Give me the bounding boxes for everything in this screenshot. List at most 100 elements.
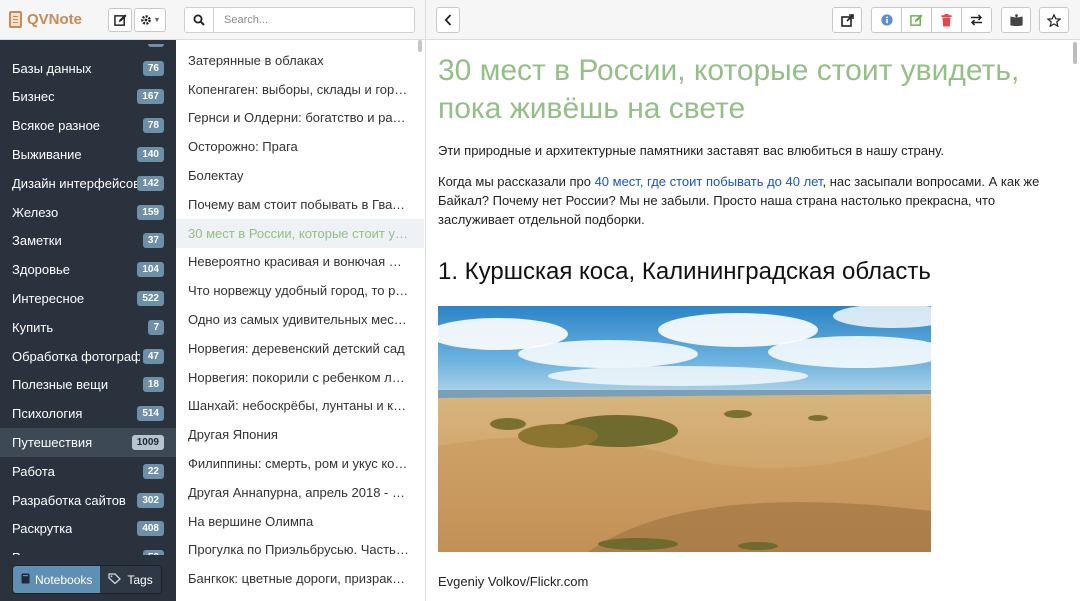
sidebar-notebook-item[interactable]: Базы данных 76	[0, 54, 176, 83]
notebook-name: Разработка сайтов	[12, 492, 126, 508]
app-brand: QVNote	[9, 11, 82, 28]
notebook-count-badge: 76	[142, 60, 164, 76]
notebook-name: Работа	[12, 463, 55, 479]
tab-notebooks[interactable]: Notebooks	[13, 566, 101, 593]
note-title-text: Что норвежцу удобный город, то русскому	[188, 283, 409, 299]
note-content: 30 мест в России, которые стоит увидеть,…	[438, 52, 1068, 591]
sidebar-notebook-item[interactable]: Здоровье 104	[0, 255, 176, 284]
favorite-button[interactable]	[1039, 7, 1069, 33]
sidebar-notebook-item[interactable]: Раскрутка 408	[0, 515, 176, 544]
swap-icon	[970, 14, 983, 26]
external-link-icon	[840, 13, 854, 27]
notebook-name: Всякое разное	[12, 118, 101, 134]
note-list-scrollbar[interactable]	[418, 40, 422, 52]
notebook-name: Путешествия	[12, 435, 93, 451]
note-title-text: Прогулка по Приэльбрусью. Часть вторая	[188, 542, 409, 558]
note-title-text: Болектау	[188, 168, 244, 184]
note-list-item[interactable]: Гернси и Олдерни: богатство и разруха	[176, 104, 424, 133]
gear-icon	[140, 15, 151, 25]
tab-tags[interactable]: Tags	[100, 566, 161, 593]
note-editor: 30 мест в России, которые стоит увидеть,…	[426, 0, 1080, 601]
note-list-item[interactable]: Бангкок: цветные дороги, призраки и тук-…	[176, 564, 424, 593]
note-list-item[interactable]: Невероятно красивая и вонючая Москва	[176, 248, 424, 277]
notebook-name: Раскрутка	[12, 521, 73, 537]
new-note-button[interactable]	[108, 8, 132, 32]
note-title: 30 мест в России, которые стоит увидеть,…	[438, 54, 1020, 125]
notebook-count-badge: 37	[142, 233, 164, 249]
tags-icon	[108, 572, 122, 587]
note-list-item[interactable]: Норвегия: деревенский детский сад	[176, 334, 424, 363]
note-title-text: Норвегия: покорили с ребенком ледник	[188, 369, 409, 385]
notebook-count-badge: 522	[137, 291, 164, 307]
dunes-photo	[438, 306, 931, 552]
book-icon	[21, 573, 30, 587]
note-list-item[interactable]: Болектау	[176, 161, 424, 190]
sidebar-notebook-item[interactable]: Дизайн интерфейсов 142	[0, 169, 176, 198]
sidebar-notebook-item[interactable]: Заметки 37	[0, 227, 176, 256]
notebook-name: Полезные вещи	[12, 377, 109, 393]
note-title-text: Шанхай: небоскрёбы, лунтаны и кусочки	[188, 398, 409, 414]
note-list-item[interactable]: Прогулка по Приэльбрусью. Часть вторая	[176, 536, 424, 565]
sidebar-notebook-item[interactable]: Обработка фотографий47	[0, 342, 176, 371]
note-list-item[interactable]: Почему вам стоит побывать в Гватемале	[176, 190, 424, 219]
search-input[interactable]	[213, 7, 415, 33]
info-button[interactable]	[871, 7, 902, 33]
note-title-text: Одно из самых удивительных мест на Земле	[188, 312, 409, 328]
photo-caption: Evgeniy Volkov/Flickr.com	[438, 574, 589, 589]
sidebar-notebook-item[interactable]: Выживание 140	[0, 140, 176, 169]
notebook-icon	[9, 11, 22, 28]
notebook-name: Обработка фотографий	[12, 348, 140, 364]
sidebar-notebook-item[interactable]: Психология 514	[0, 399, 176, 428]
notebook-button[interactable]	[1001, 7, 1031, 33]
sidebar-notebook-item[interactable]: Интересное 522	[0, 284, 176, 313]
notebook-name: Психология	[12, 406, 83, 422]
note-list-item[interactable]: Норвегия: покорили с ребенком ледник	[176, 363, 424, 392]
sidebar-notebook-item[interactable]: Разработка сайтов 302	[0, 486, 176, 515]
editor-toolbar	[426, 0, 1080, 40]
note-list-item[interactable]: Что норвежцу удобный город, то русскому	[176, 276, 424, 305]
note-list-item[interactable]: Копенгаген: выборы, склады и горные вело…	[176, 75, 424, 104]
notebook-count-badge: 18	[142, 377, 164, 393]
note-list-item[interactable]: Другая Япония	[176, 420, 424, 449]
notebook-count-badge: 302	[137, 492, 164, 508]
sidebar-notebook-item[interactable]: Железо 159	[0, 198, 176, 227]
note-list-item[interactable]: Затерянные в облаках	[176, 46, 424, 75]
sidebar-notebook-item[interactable]: Путешествия 1009	[0, 428, 176, 457]
editor-scrollbar[interactable]	[1073, 42, 1077, 64]
note-title-text: Копенгаген: выборы, склады и горные вело…	[188, 81, 409, 97]
tab-notebooks-label: Notebooks	[35, 572, 93, 587]
sidebar-notebook-item[interactable]: Купить 7	[0, 313, 176, 342]
note-list-item[interactable]: 30 мест в России, которые стоит увидеть	[176, 218, 424, 248]
notebook-count-badge: 514	[137, 406, 164, 422]
note-list-item[interactable]: На вершине Олимпа	[176, 507, 424, 536]
note-title-text: Норвегия: деревенский детский сад	[188, 340, 405, 356]
note-title-text: Бангкок: цветные дороги, призраки и тук-…	[188, 571, 409, 587]
note-title-text: Затерянные в облаках	[188, 52, 324, 68]
settings-button[interactable]: ▼	[134, 8, 166, 32]
back-button[interactable]	[436, 7, 460, 33]
notebook-count-badge: 408	[137, 521, 164, 537]
note-list-item[interactable]: Осторожно: Прага	[176, 132, 424, 161]
search-button[interactable]	[184, 7, 214, 33]
note-list-item[interactable]: Другая Аннапурна, апрель 2018 - отчёт	[176, 478, 424, 507]
note-list-item[interactable]: Одно из самых удивительных мест на Земле	[176, 305, 424, 334]
note-title-text: Невероятно красивая и вонючая Москва	[188, 254, 409, 270]
notebook-name: Выживание	[12, 147, 82, 163]
sidebar-notebook-item[interactable]: Бизнес 167	[0, 83, 176, 112]
note-list-item[interactable]: Филиппины: смерть, ром и укус комара	[176, 449, 424, 478]
notebook-count-badge: 47	[142, 348, 164, 364]
article-link[interactable]: 40 мест, где стоит побывать до 40 лет	[595, 174, 823, 189]
notebook-count-badge: 142	[137, 175, 164, 191]
sidebar-notebook-item[interactable]: Всякое разное 78	[0, 111, 176, 140]
sidebar-notebook-item[interactable]: Работа 22	[0, 457, 176, 486]
star-icon	[1047, 13, 1061, 27]
move-note-button[interactable]	[961, 7, 992, 33]
sidebar-notebook-item[interactable]: Полезные вещи 18	[0, 371, 176, 400]
note-list-item[interactable]: Шанхай: небоскрёбы, лунтаны и кусочки	[176, 392, 424, 421]
note-title-text: Почему вам стоит побывать в Гватемале	[188, 196, 409, 212]
open-external-button[interactable]	[832, 7, 862, 33]
notebook-count-badge: 104	[137, 262, 164, 278]
tab-tags-label: Tags	[127, 572, 153, 587]
edit-note-button[interactable]	[901, 7, 932, 33]
delete-note-button[interactable]	[931, 7, 962, 33]
